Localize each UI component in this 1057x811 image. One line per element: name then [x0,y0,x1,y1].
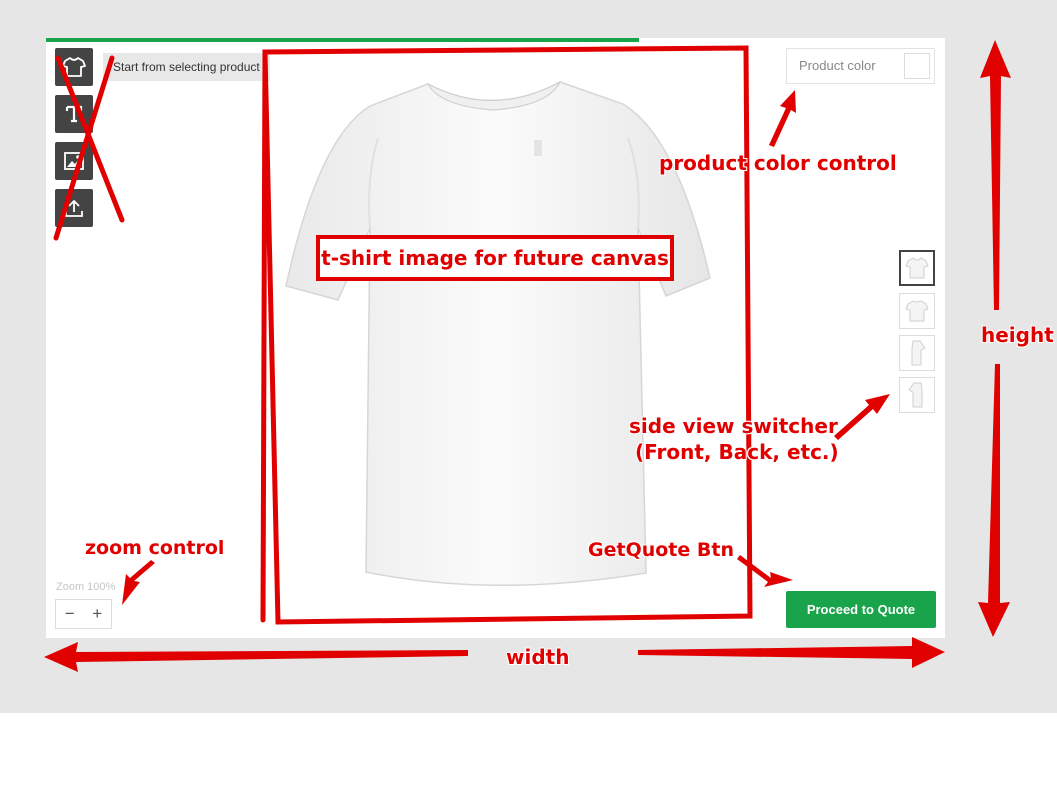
zoom-in-button[interactable]: + [84,600,112,628]
view-thumbnail-front[interactable] [899,250,935,286]
tshirt-left-side-thumbnail-icon [911,340,926,366]
proceed-to-quote-button[interactable]: Proceed to Quote [786,591,936,628]
view-thumbnail-back[interactable] [899,293,935,329]
product-tool-button[interactable] [55,48,93,86]
view-switcher-annotation-label: side view switcher [629,414,838,438]
getquote-annotation-label: GetQuote Btn [588,539,734,561]
upload-tool-button[interactable] [55,189,93,227]
color-control-annotation-label: product color control [659,151,897,175]
zoom-annotation-label: zoom control [85,537,225,559]
text-icon [65,105,83,123]
height-annotation-label: height [981,323,1054,347]
canvas-annotation-label: t-shirt image for future canvas [321,246,669,270]
canvas-annotation-box: t-shirt image for future canvas [316,235,674,281]
zoom-label: Zoom 100% [56,581,116,593]
tshirt-back-thumbnail-icon [905,300,929,322]
progress-bar [46,38,945,42]
tshirt-front-thumbnail-icon [905,257,929,279]
view-switcher-annotation-sublabel: (Front, Back, etc.) [635,440,839,464]
tshirt-icon [62,57,86,77]
progress-fill [46,38,640,42]
image-icon [64,152,84,170]
upload-icon [65,199,83,217]
product-color-control[interactable]: Product color [786,48,935,84]
zoom-control: − + [55,599,112,629]
product-color-swatch[interactable] [904,53,930,79]
tooltip: Start from selecting product [103,53,270,81]
view-thumbnail-right[interactable] [899,377,935,413]
width-annotation-label: width [506,645,570,669]
tshirt-right-side-thumbnail-icon [908,382,923,408]
view-thumbnail-left[interactable] [899,335,935,371]
image-tool-button[interactable] [55,142,93,180]
text-tool-button[interactable] [55,95,93,133]
zoom-out-button[interactable]: − [56,600,84,628]
product-color-label: Product color [799,58,876,73]
